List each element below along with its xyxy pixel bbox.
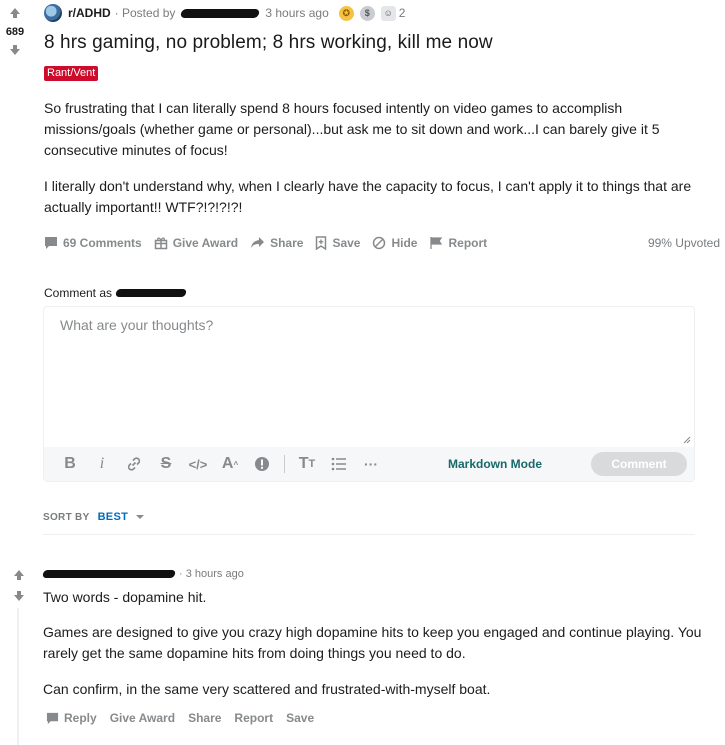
gold-award-icon[interactable]: ✪ — [338, 5, 354, 21]
comment-paragraph: Games are designed to give you crazy hig… — [43, 624, 702, 661]
hide-button[interactable]: Hide — [372, 236, 417, 250]
comment-time[interactable]: · 3 hours ago — [179, 568, 244, 580]
heading-icon[interactable]: TT — [291, 452, 323, 476]
post-title[interactable]: 8 hrs gaming, no problem; 8 hrs working,… — [44, 32, 493, 54]
upvote-arrow-icon[interactable] — [7, 6, 23, 20]
code-icon[interactable]: </> — [182, 452, 214, 476]
report-button[interactable]: Report — [429, 236, 487, 250]
comment-meta: · 3 hours ago — [42, 568, 244, 580]
gift-icon — [154, 237, 167, 250]
flag-icon — [430, 237, 443, 249]
divider — [43, 534, 695, 535]
sort-dropdown[interactable]: BEST — [98, 511, 146, 523]
chevron-down-icon — [136, 515, 145, 519]
thread-line[interactable] — [17, 608, 19, 745]
comment-input[interactable] — [44, 307, 694, 447]
post-paragraph: I literally don't understand why, when I… — [44, 178, 692, 215]
comment-paragraph: Two words - dopamine hit. — [43, 589, 207, 605]
comment-downvote-icon[interactable] — [11, 589, 27, 603]
save-button[interactable]: Save — [315, 236, 360, 250]
formatting-toolbar: B i S </> A ^ TT ··· Markdown Mode Commen… — [44, 447, 694, 481]
award-count: 2 — [398, 6, 406, 20]
comment-upvote-icon[interactable] — [11, 568, 27, 582]
share-button[interactable]: Share — [250, 236, 303, 250]
comment-give-award-button[interactable]: Give Award — [110, 711, 175, 725]
bulleted-list-icon[interactable] — [323, 452, 355, 476]
hide-label: Hide — [391, 236, 418, 250]
redacted-username — [115, 289, 187, 297]
comment-share-button[interactable]: Share — [188, 711, 221, 725]
sort-label: SORT BY — [43, 511, 90, 523]
helpful-award-icon[interactable]: ☺ — [380, 5, 396, 21]
reply-label: Reply — [64, 711, 97, 725]
italic-icon[interactable]: i — [86, 452, 118, 476]
post-paragraph: So frustrating that I can literally spen… — [44, 100, 660, 158]
save-label: Save — [332, 236, 361, 250]
post-time[interactable]: 3 hours ago — [265, 6, 328, 20]
bookmark-icon — [316, 236, 327, 250]
sort-control: SORT BY BEST — [43, 511, 145, 523]
post-meta: r/ADHD · Posted by 3 hours ago ✪ $ ☺ 2 — [44, 4, 405, 22]
spoiler-icon[interactable] — [246, 452, 278, 476]
share-label: Share — [270, 236, 304, 250]
strikethrough-icon[interactable]: S — [150, 452, 182, 476]
comment-submit-button[interactable]: Comment — [591, 452, 687, 476]
comment-save-button[interactable]: Save — [286, 711, 314, 725]
comments-button[interactable]: 69 Comments — [44, 236, 142, 250]
redacted-username — [180, 8, 261, 18]
upvote-ratio: 99% Upvoted — [647, 236, 720, 250]
link-icon[interactable] — [118, 452, 150, 476]
comment-editor: B i S </> A^ TT ··· Markdown Mode Commen… — [43, 306, 695, 482]
hide-icon — [373, 236, 386, 250]
silver-award-icon[interactable]: $ — [359, 5, 375, 21]
give-award-label: Give Award — [172, 236, 239, 250]
subreddit-icon[interactable] — [44, 4, 62, 22]
posted-by-label: · Posted by — [114, 6, 176, 20]
resize-handle-icon[interactable] — [683, 436, 691, 444]
comment-report-button[interactable]: Report — [234, 711, 273, 725]
comment-as-text: Comment as — [44, 286, 113, 300]
sort-value: BEST — [97, 511, 129, 523]
markdown-mode-button[interactable]: Markdown Mode — [448, 447, 542, 481]
more-options-icon[interactable]: ··· — [355, 452, 387, 476]
post-flair[interactable]: Rant/Vent — [44, 66, 99, 81]
comment-icon — [45, 237, 57, 249]
comment-paragraph: Can confirm, in the same very scattered … — [43, 681, 491, 697]
post-vote-count: 689 — [5, 26, 25, 38]
bold-icon[interactable]: B — [54, 452, 86, 476]
redacted-username — [42, 570, 176, 578]
downvote-arrow-icon[interactable] — [7, 43, 23, 57]
comment-actions: Reply Give Award Share Report Save — [46, 710, 327, 726]
give-award-button[interactable]: Give Award — [154, 236, 238, 250]
comment-as-label: Comment as — [44, 286, 187, 300]
report-label: Report — [448, 236, 488, 250]
comment-icon — [46, 712, 59, 724]
comments-label: 69 Comments — [63, 236, 142, 250]
subreddit-link[interactable]: r/ADHD — [68, 6, 111, 20]
post-actions: 69 Comments Give Award Share Save Hide R… — [44, 234, 720, 252]
superscript-icon[interactable]: A ^ — [214, 452, 246, 476]
share-icon — [251, 237, 265, 248]
reply-button[interactable]: Reply — [46, 711, 97, 725]
